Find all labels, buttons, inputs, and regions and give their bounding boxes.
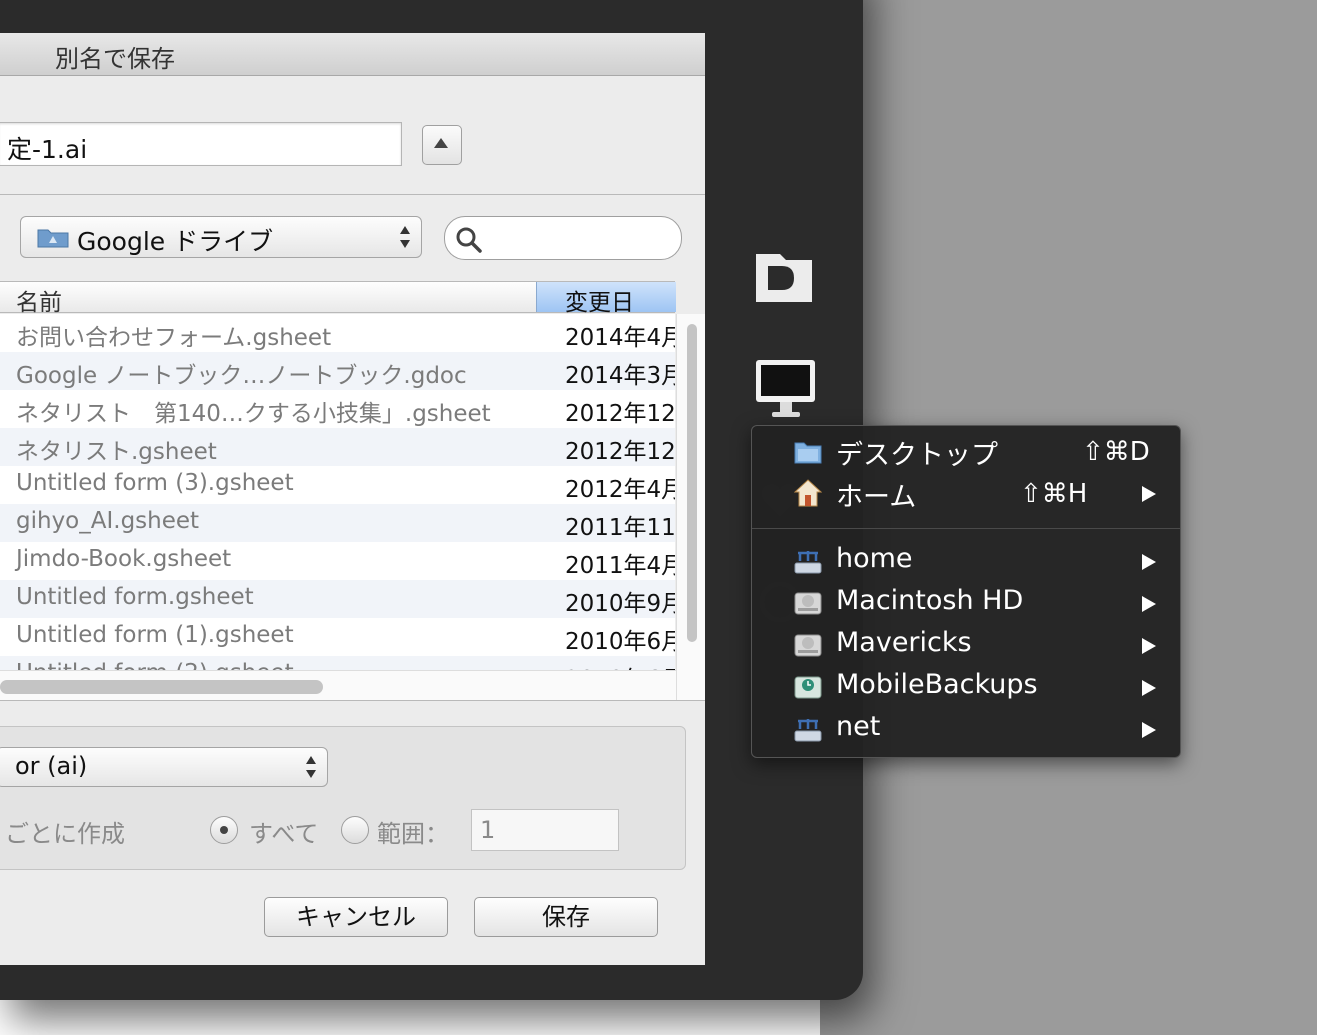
file-date: 2011年4月 [565,553,675,579]
menu-item-label: net [836,711,881,742]
file-row[interactable]: Untitled form (1).gsheet 2010年6月 [0,618,675,656]
search-field[interactable] [444,216,682,260]
file-row[interactable]: Jimdo-Book.gsheet 2011年4月 [0,542,675,580]
menu-item-mobilebackups[interactable]: MobileBackups [752,667,1180,707]
pages-label: ごとに作成 [5,820,125,848]
hard-drive-icon [794,592,822,615]
file-date: 2012年4月 [565,477,675,503]
menu-item-desktop[interactable]: デスクトップ ⇧⌘D [752,431,1180,471]
radio-range[interactable] [341,816,369,844]
file-name: Untitled form (1).gsheet [16,622,294,648]
file-date: 2014年4月 [565,325,675,351]
cancel-button[interactable]: キャンセル [264,897,448,937]
column-date[interactable]: 変更日 [536,282,676,316]
divider [0,194,705,195]
menu-item-net[interactable]: net [752,709,1180,749]
file-row[interactable]: gihyo_AI.gsheet 2011年11 [0,504,675,542]
menu-item-label: MobileBackups [836,669,1038,700]
file-date: 2010年6月 [565,629,675,655]
hard-drive-icon [794,634,822,657]
computer-icon[interactable] [755,358,817,420]
save-button[interactable]: 保存 [474,897,658,937]
menu-item-label: home [836,543,913,574]
dialog-title: 別名で保存 [55,45,175,73]
collapse-button[interactable] [422,125,462,165]
file-date: 2014年3月 [565,363,675,389]
file-date: 2011年11 [565,515,675,541]
home-icon [794,479,822,507]
file-name: お問い合わせフォーム.gsheet [16,325,332,351]
documents-folder-icon[interactable] [754,250,816,306]
horizontal-scroll-thumb[interactable] [0,680,323,694]
menu-item-label: ホーム [836,482,917,513]
file-row[interactable]: Untitled form.gsheet 2010年9月 [0,580,675,618]
radio-selected-dot [220,826,228,834]
divider [0,700,705,701]
search-icon [456,227,482,253]
file-row[interactable]: Google ノートブック…ノートブック.gdoc 2014年3月 [0,352,675,390]
file-date: 2012年12 [565,439,675,465]
location-popup[interactable]: Google ドライブ [20,216,422,258]
range-value: 1 [480,816,496,844]
file-row[interactable]: お問い合わせフォーム.gsheet 2014年4月 [0,314,675,352]
filename-field[interactable]: 定-1.ai [0,122,402,166]
submenu-arrow-icon [1142,722,1156,738]
updown-arrows-icon [306,756,316,778]
format-label: or (ai) [15,752,88,780]
file-row[interactable]: ネタリスト.gsheet 2012年12 [0,428,675,466]
location-label: Google ドライブ [77,227,274,256]
location-menu: デスクトップ ⇧⌘D ホーム ⇧⌘H home Macintosh HD Mav… [751,425,1181,758]
file-row[interactable]: ネタリスト 第140…クする小技集」.gsheet 2012年12 [0,390,675,428]
file-row[interactable]: Untitled form (3).gsheet 2012年4月 [0,466,675,504]
submenu-arrow-icon [1142,554,1156,570]
column-date-label: 変更日 [565,290,634,316]
submenu-arrow-icon [1142,486,1156,502]
file-date: 2012年12 [565,401,675,427]
menu-item-shortcut: ⇧⌘D [1082,437,1150,467]
menu-item-macintosh-hd[interactable]: Macintosh HD [752,583,1180,623]
file-name: ネタリスト.gsheet [16,439,217,465]
format-popup[interactable]: or (ai) [0,747,328,787]
desktop-folder-icon [794,442,822,464]
vertical-scroll-thumb[interactable] [687,324,697,642]
submenu-arrow-icon [1142,680,1156,696]
filename-value: 定-1.ai [7,135,88,164]
menu-separator [752,528,1180,529]
menu-item-shortcut: ⇧⌘H [1020,479,1088,509]
radio-all[interactable] [210,816,238,844]
menu-item-label: Mavericks [836,627,972,658]
range-field[interactable]: 1 [471,809,619,851]
radio-all-label: すべて [249,820,319,848]
file-name: Jimdo-Book.gsheet [16,546,232,572]
submenu-arrow-icon [1142,596,1156,612]
time-machine-drive-icon [794,676,822,699]
menu-item-label: Macintosh HD [836,585,1024,616]
submenu-arrow-icon [1142,638,1156,654]
file-list: お問い合わせフォーム.gsheet 2014年4月 Google ノートブック…ノ… [0,314,675,700]
vertical-scrollbar[interactable] [676,314,705,700]
triangle-up-icon [434,138,448,148]
save-dialog: 別名で保存 定-1.ai Google ドライブ 名前 変更日 お問い合わせフォ… [0,33,705,965]
google-drive-folder-icon [37,229,69,248]
radio-range-label: 範囲： [377,820,449,848]
menu-item-home[interactable]: ホーム ⇧⌘H [752,473,1180,513]
menu-item-label: デスクトップ [836,440,998,471]
column-name[interactable]: 名前 [16,283,62,317]
file-date: 2010年9月 [565,591,675,617]
menu-item-home-volume[interactable]: home [752,541,1180,581]
file-name: Untitled form (3).gsheet [16,470,294,496]
file-name: gihyo_AI.gsheet [16,508,200,534]
dialog-titlebar: 別名で保存 [0,33,705,76]
network-drive-icon [794,719,822,742]
file-list-header: 名前 変更日 [0,281,676,316]
file-name: Untitled form.gsheet [16,584,254,610]
file-name: Google ノートブック…ノートブック.gdoc [16,363,467,389]
updown-arrows-icon [400,226,410,248]
horizontal-scrollbar[interactable] [0,670,676,701]
file-name: ネタリスト 第140…クする小技集」.gsheet [16,401,491,427]
menu-item-mavericks[interactable]: Mavericks [752,625,1180,665]
network-drive-icon [794,551,822,574]
